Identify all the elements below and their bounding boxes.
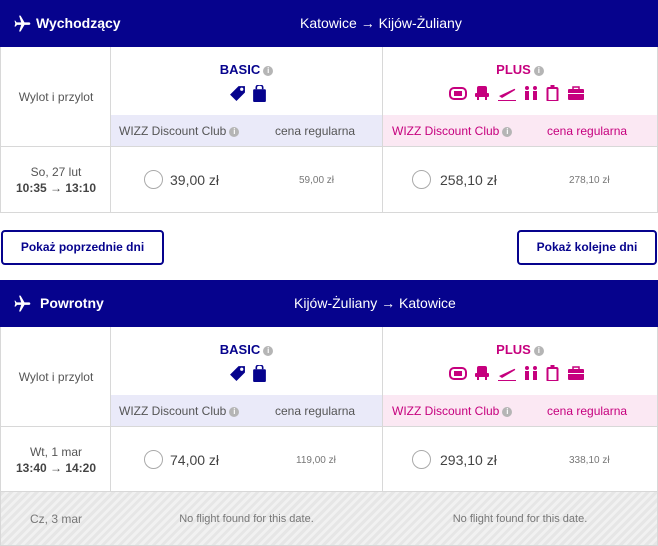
regular-label: cena regularna	[275, 124, 356, 138]
basic-club-price-radio[interactable]	[144, 170, 163, 189]
outbound-section: Wychodzący Katowice → Kijów-Żuliany Wylo…	[0, 0, 658, 213]
no-flight-text: No flight found for this date.	[179, 513, 314, 525]
suitcase-icon	[567, 366, 584, 380]
luggage-icon	[546, 85, 559, 102]
basic-regular-price: 59,00 zł	[299, 175, 335, 186]
basic-fare-title: BASIC i	[111, 62, 382, 77]
airplane-icon	[14, 295, 31, 312]
direction-label: Powrotny	[40, 295, 104, 311]
info-icon[interactable]: i	[229, 127, 240, 137]
basic-icons	[229, 364, 270, 382]
takeoff-icon	[497, 368, 516, 381]
chair-icon	[475, 366, 490, 380]
tag-icon	[230, 366, 245, 381]
route-label: Katowice → Kijów-Żuliany	[300, 15, 462, 31]
info-icon[interactable]: i	[229, 407, 240, 417]
suitcase-icon	[567, 86, 584, 100]
plus-club-price: 258,10 zł	[440, 172, 497, 188]
info-icon[interactable]: i	[263, 346, 274, 356]
basic-regular-price: 119,00 zł	[296, 455, 336, 466]
club-label: WIZZ Discount Club i	[119, 124, 240, 138]
route-label: Kijów-Żuliany → Katowice	[294, 295, 456, 311]
flight-times: 10:35 → 13:10	[15, 181, 97, 195]
no-flight-row: Cz, 3 mar No flight found for this date.…	[1, 492, 657, 545]
flight-date: Wt, 1 mar	[29, 445, 82, 459]
plus-fare-title: PLUS i	[383, 342, 657, 357]
regular-label: cena regularna	[547, 404, 628, 418]
info-icon[interactable]: i	[502, 407, 513, 417]
people-icon	[525, 366, 538, 380]
fare-table: Wylot i przylot BASIC i PLUS i WIZZ Discou…	[0, 47, 658, 213]
regular-label: cena regularna	[275, 404, 356, 418]
takeoff-icon	[497, 88, 516, 101]
return-header: Powrotny Kijów-Żuliany → Katowice	[0, 280, 658, 327]
luggage-icon	[546, 365, 559, 382]
basic-club-price: 39,00 zł	[170, 172, 220, 188]
plus-icons	[449, 85, 589, 102]
bag-icon	[253, 364, 267, 382]
fare-table: Wylot i przylot BASIC i PLUS i WIZZ Discou…	[0, 327, 658, 546]
plus-fare-title: PLUS i	[383, 62, 657, 77]
seat-icon	[449, 367, 467, 380]
column-label: Wylot i przylot	[18, 370, 94, 384]
plus-icons	[449, 365, 589, 382]
seat-icon	[449, 87, 467, 100]
return-section: Powrotny Kijów-Żuliany → Katowice Wylot …	[0, 280, 658, 546]
previous-days-button[interactable]: Pokaż poprzednie dni	[1, 230, 164, 265]
basic-fare-title: BASIC i	[111, 342, 382, 357]
club-label: WIZZ Discount Club i	[392, 124, 513, 138]
regular-label: cena regularna	[547, 124, 628, 138]
club-label: WIZZ Discount Club i	[392, 404, 513, 418]
next-days-button[interactable]: Pokaż kolejne dni	[517, 230, 657, 265]
club-label: WIZZ Discount Club i	[119, 404, 240, 418]
flight-times: 13:40 → 14:20	[15, 461, 97, 475]
plus-regular-price: 338,10 zł	[569, 455, 610, 466]
column-label: Wylot i przylot	[18, 90, 94, 104]
plus-regular-price: 278,10 zł	[569, 175, 610, 186]
people-icon	[525, 86, 538, 100]
tag-icon	[230, 86, 245, 101]
outbound-header: Wychodzący Katowice → Kijów-Żuliany	[0, 0, 658, 47]
basic-club-price-radio[interactable]	[144, 450, 163, 469]
flight-date: Cz, 3 mar	[29, 512, 82, 526]
info-icon[interactable]: i	[502, 127, 513, 137]
plus-club-price: 293,10 zł	[440, 452, 497, 468]
basic-icons	[229, 84, 270, 102]
flight-date: So, 27 lut	[30, 165, 82, 179]
plus-club-price-radio[interactable]	[412, 450, 431, 469]
direction-label: Wychodzący	[36, 15, 121, 31]
plus-club-price-radio[interactable]	[412, 170, 431, 189]
airplane-icon	[14, 15, 31, 32]
info-icon[interactable]: i	[263, 66, 274, 76]
no-flight-text: No flight found for this date.	[452, 513, 588, 525]
info-icon[interactable]: i	[533, 66, 544, 76]
info-icon[interactable]: i	[533, 346, 544, 356]
chair-icon	[475, 86, 490, 100]
bag-icon	[253, 84, 267, 102]
basic-club-price: 74,00 zł	[170, 452, 220, 468]
